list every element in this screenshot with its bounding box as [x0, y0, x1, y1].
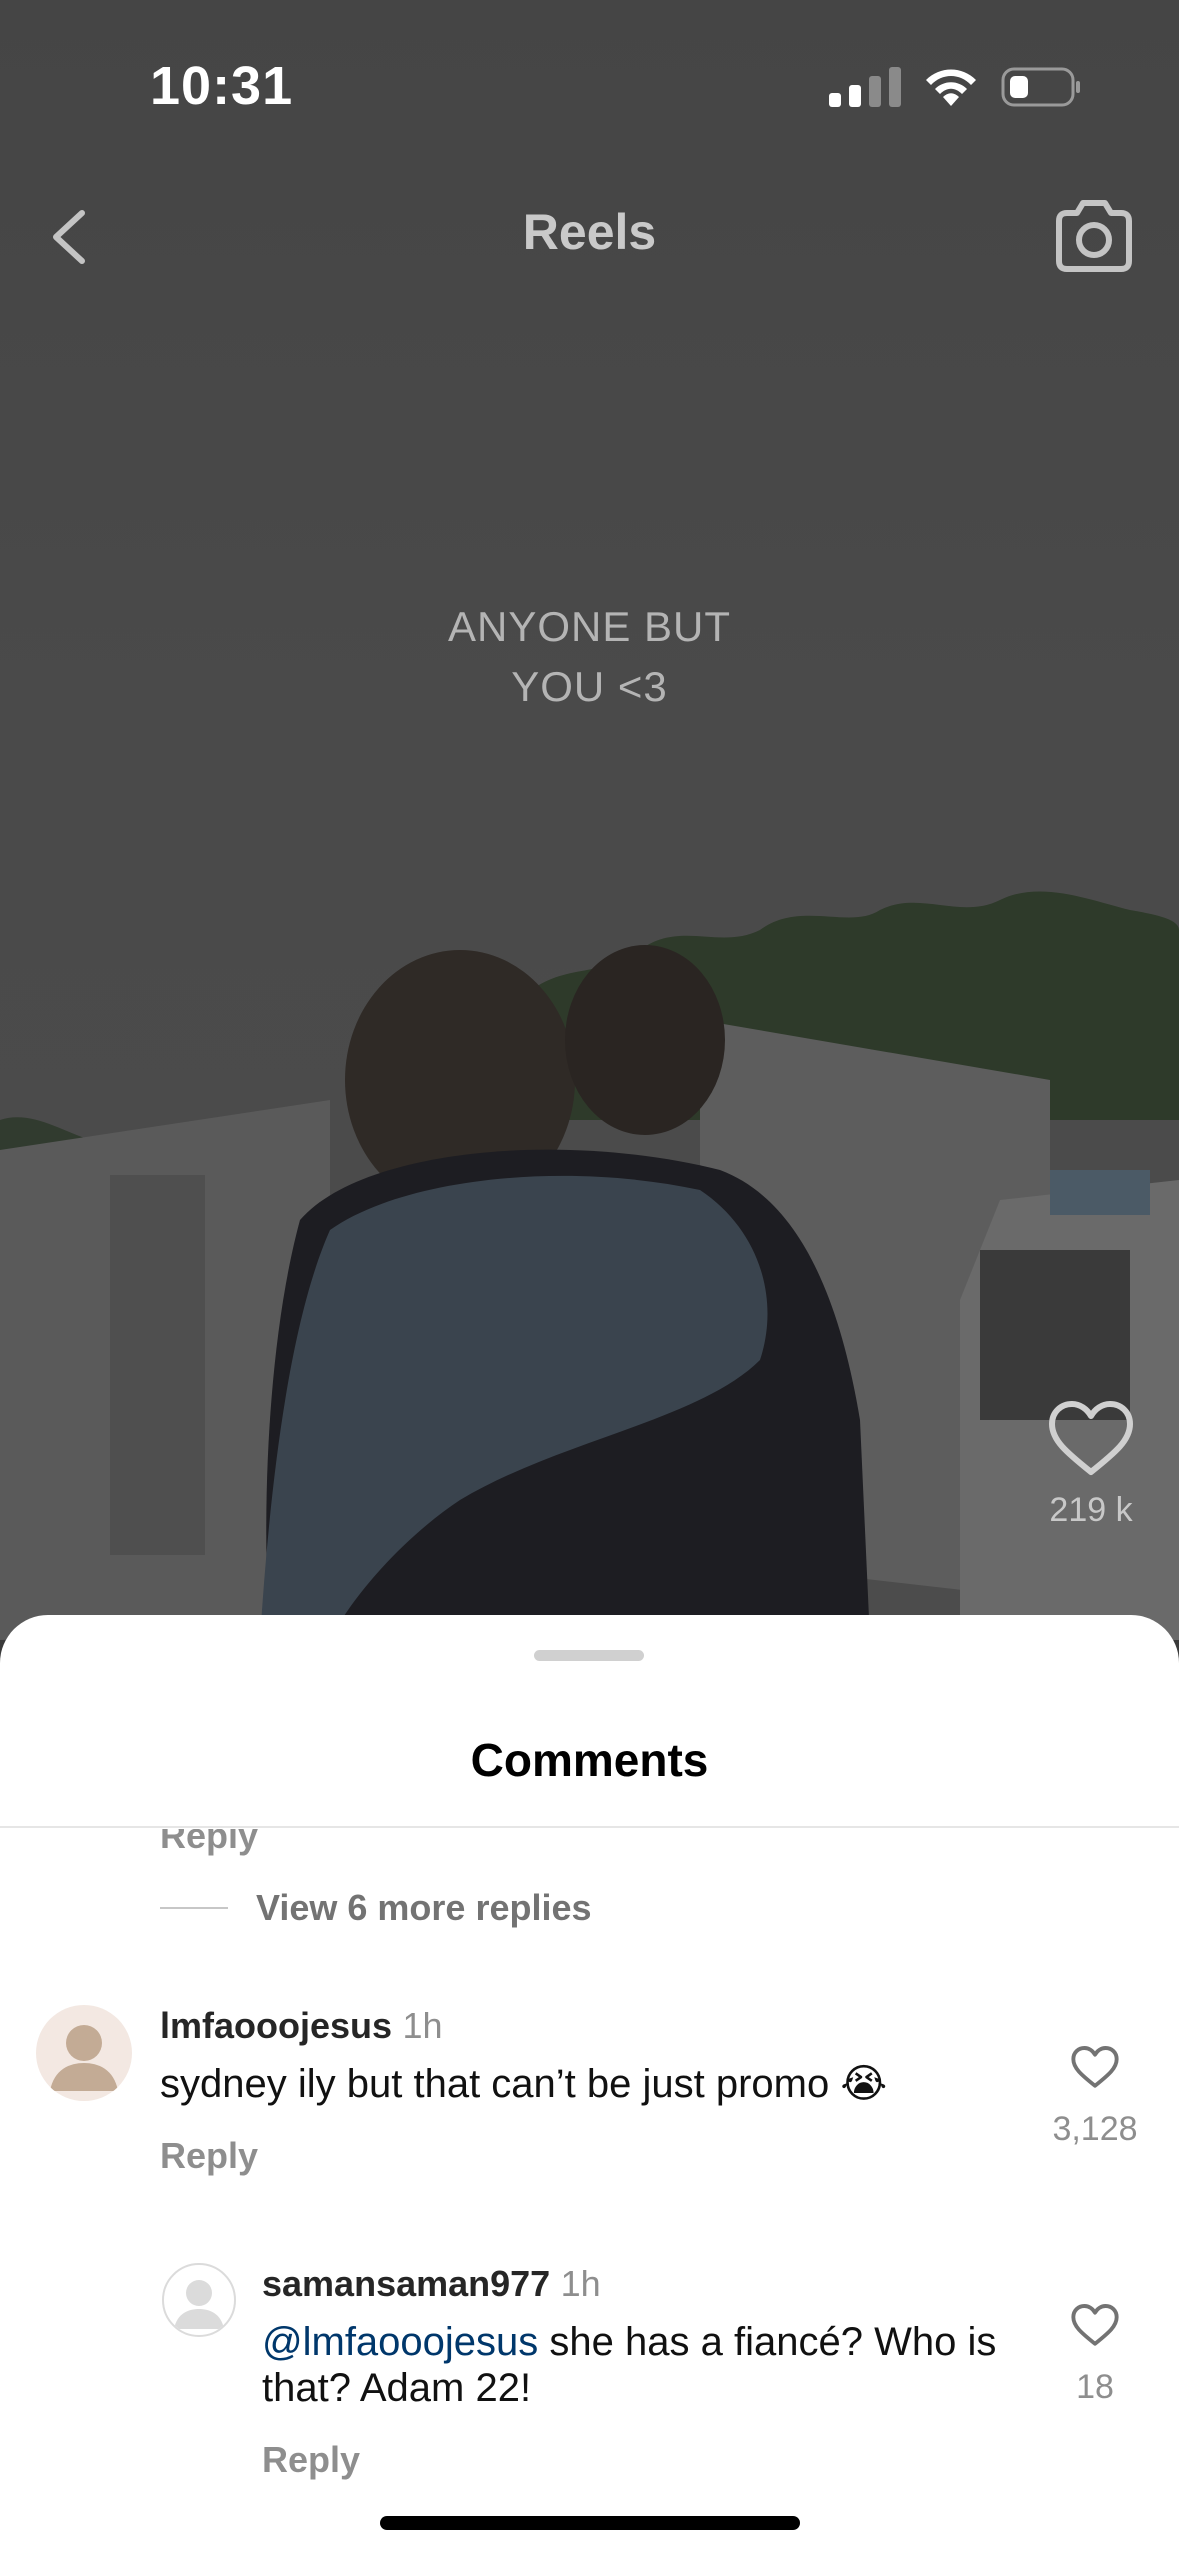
reel-overlay-text: ANYONE BUT YOU <3 — [0, 597, 1179, 717]
reel-like-count: 219 k — [1049, 1491, 1133, 1529]
reply-button[interactable]: Reply — [262, 2439, 1002, 2481]
battery-icon — [1001, 67, 1080, 107]
comment-like[interactable]: 3,128 — [1040, 2045, 1150, 2149]
status-icons — [829, 62, 1081, 112]
page-title: Reels — [522, 204, 657, 260]
avatar[interactable] — [36, 2005, 132, 2101]
comment-like-count: 18 — [1076, 2368, 1114, 2406]
avatar[interactable] — [162, 2263, 236, 2337]
comment-like-count: 3,128 — [1052, 2110, 1138, 2148]
comment-time: 1h — [560, 2263, 601, 2304]
comment-like[interactable]: 18 — [1040, 2303, 1150, 2407]
camera-icon — [1056, 200, 1132, 272]
heart-icon[interactable] — [1046, 1400, 1136, 1480]
camera-button[interactable] — [1049, 195, 1139, 275]
default-avatar-icon — [174, 2280, 224, 2329]
home-indicator[interactable] — [380, 2516, 800, 2530]
heart-icon[interactable] — [1070, 2045, 1120, 2091]
overlay-line-2: YOU <3 — [511, 663, 668, 710]
reel-like[interactable]: 219 k — [1041, 1400, 1141, 1530]
sheet-grabber[interactable] — [534, 1650, 644, 1661]
comments-title: Comments — [470, 1734, 709, 1786]
partial-reply-button[interactable]: Reply — [160, 1829, 258, 1857]
view-more-replies-label: View 6 more replies — [256, 1887, 592, 1928]
view-more-replies-button[interactable]: View 6 more replies — [160, 1887, 592, 1929]
divider — [0, 1826, 1179, 1828]
thread-line — [160, 1907, 228, 1909]
cellular-signal-icon — [829, 67, 901, 107]
mention-link[interactable]: @lmfaooojesus — [262, 2320, 538, 2364]
wifi-icon — [926, 69, 976, 106]
reply-button[interactable]: Reply — [160, 2135, 990, 2177]
comment-text: sydney ily but that can’t be just promo … — [160, 2062, 888, 2106]
overlay-line-1: ANYONE BUT — [447, 603, 732, 650]
default-avatar-icon — [50, 2025, 118, 2091]
comment-text: @lmfaooojesus she has a fiancé? Who is t… — [262, 2319, 1002, 2411]
comment-username[interactable]: lmfaooojesus — [160, 2005, 392, 2046]
heart-icon[interactable] — [1070, 2303, 1120, 2349]
comment-time: 1h — [402, 2005, 443, 2046]
comment-username[interactable]: samansaman977 — [262, 2263, 550, 2304]
status-time: 10:31 — [150, 56, 294, 116]
comments-sheet: Comments Reply View 6 more replies lmfao… — [0, 1615, 1179, 2556]
